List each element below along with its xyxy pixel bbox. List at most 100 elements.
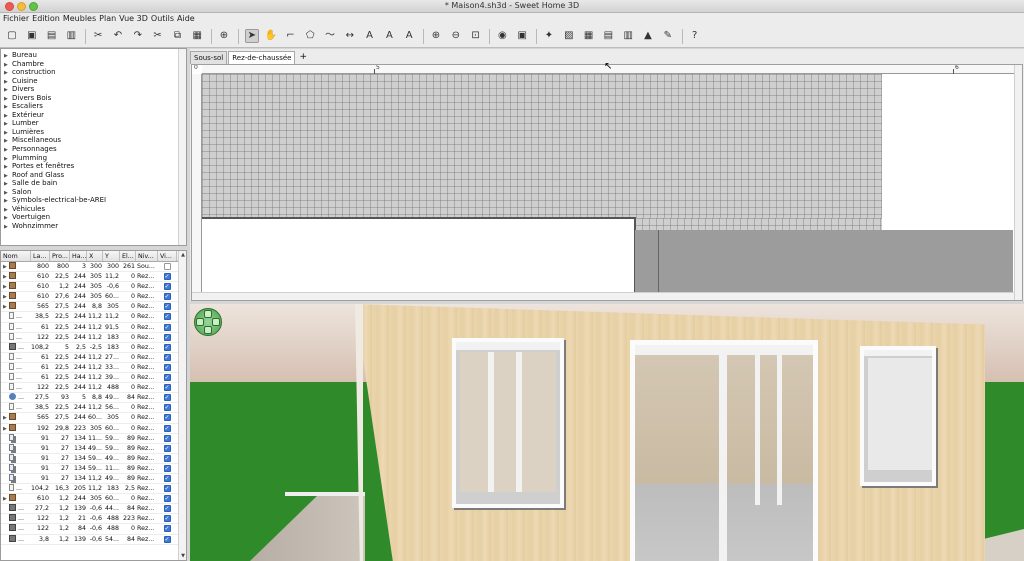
help-icon[interactable]: ? xyxy=(689,30,701,42)
visible-checkbox[interactable]: ✓ xyxy=(163,384,171,392)
preferences-icon[interactable]: ✎ xyxy=(662,30,674,42)
column-header[interactable]: La... xyxy=(31,251,50,261)
pan-icon[interactable]: ✋ xyxy=(265,30,277,42)
create-walls-icon[interactable]: ⌐ xyxy=(284,30,296,42)
furniture-list-table[interactable]: Nom La... Pro... Ha... X Y El... Niv... Vi... ▶ 8… xyxy=(0,250,187,561)
open-icon[interactable]: ▤ xyxy=(46,30,58,42)
add-level-button[interactable]: + xyxy=(296,51,310,64)
column-header[interactable]: Pro... xyxy=(50,251,70,261)
catalog-category[interactable]: ▶ Portes et fenêtres xyxy=(1,162,186,171)
table-row[interactable]: ... 38,5 22,5 244 11,2 56... 0 Rez... ✓ xyxy=(1,403,186,414)
visible-checkbox[interactable]: ✓ xyxy=(163,363,171,371)
room-floor-lower-strip[interactable] xyxy=(635,218,882,230)
zoom-fit-icon[interactable]: ⊡ xyxy=(470,30,482,42)
visible-checkbox[interactable]: ✓ xyxy=(163,414,171,422)
visible-checkbox[interactable]: ✓ xyxy=(163,394,171,402)
plan-wall[interactable] xyxy=(202,217,634,219)
visible-checkbox[interactable]: ✓ xyxy=(163,485,171,493)
visible-checkbox[interactable]: ✓ xyxy=(163,343,171,351)
catalog-category[interactable]: ▶ Chambre xyxy=(1,60,186,69)
column-header[interactable]: Niv... xyxy=(136,251,158,261)
tab-level-0[interactable]: Sous-sol xyxy=(190,51,228,64)
3d-view[interactable] xyxy=(190,304,1024,561)
catalog-category[interactable]: ▶ Wohnzimmer xyxy=(1,222,186,231)
room-floor-textured[interactable] xyxy=(202,74,882,218)
visible-checkbox[interactable]: ✓ xyxy=(163,525,171,533)
table-row[interactable]: ... 61 22,5 244 11,2 33... 0 Rez... ✓ xyxy=(1,362,186,374)
catalog-category[interactable]: ▶ Véhicules xyxy=(1,205,186,214)
table-row[interactable]: ... 27,2 1,2 139 -0,6 44... 84 Rez... ✓ xyxy=(1,504,186,515)
visible-checkbox[interactable]: ✓ xyxy=(163,303,171,311)
table-row[interactable]: ... 61 22,5 244 11,2 91,5 0 Rez... ✓ xyxy=(1,322,186,333)
table-row[interactable]: ... 108,2 5 2,5 -2,5 183 0 Rez... ✓ xyxy=(1,342,186,353)
catalog-category[interactable]: ▶ Extérieur xyxy=(1,111,186,120)
table-row[interactable]: ... 104,2 16,3 205 11,2 183 2,5 Rez... ✓ xyxy=(1,484,186,495)
visible-checkbox[interactable]: ✓ xyxy=(163,323,171,331)
nav-down-icon[interactable] xyxy=(204,326,212,334)
visible-checkbox[interactable]: ✓ xyxy=(163,424,171,432)
copy-icon[interactable]: ⧉ xyxy=(171,30,183,42)
table-row[interactable]: ... 122 22,5 244 11,2 488 0 Rez... ✓ xyxy=(1,383,186,394)
visible-checkbox[interactable]: ✓ xyxy=(163,505,171,513)
catalog-category[interactable]: ▶ Roof and Glass xyxy=(1,171,186,180)
cut-icon[interactable]: ✂ xyxy=(92,30,104,42)
catalog-category[interactable]: ▶ Miscellaneous xyxy=(1,136,186,145)
catalog-category[interactable]: ▶ Voertuigen xyxy=(1,213,186,222)
visible-checkbox[interactable]: ✓ xyxy=(163,313,171,321)
menu-vue-3d[interactable]: Vue 3D xyxy=(119,13,151,25)
catalog-category[interactable]: ▶ Bureau xyxy=(1,51,186,60)
table-row[interactable]: ... 61 22,5 244 11,2 27... 0 Rez... ✓ xyxy=(1,352,186,363)
catalog-category[interactable]: ▶ Salon xyxy=(1,188,186,197)
plan-horizontal-scrollbar[interactable] xyxy=(192,292,1022,300)
catalog-category[interactable]: ▶ Lumber xyxy=(1,119,186,128)
new-from-template-icon[interactable]: ▣ xyxy=(26,30,38,42)
text-bold-icon[interactable]: A xyxy=(383,30,395,42)
create-labels-icon[interactable]: A xyxy=(364,30,376,42)
table-row[interactable]: ... 122 1,2 84 -0,6 488 0 Rez... ✓ xyxy=(1,524,186,535)
catalog-category[interactable]: ▶ Divers Bois xyxy=(1,94,186,103)
plan-wall-line[interactable] xyxy=(658,230,659,293)
catalog-category[interactable]: ▶ Divers xyxy=(1,85,186,94)
nav-right-icon[interactable] xyxy=(212,318,220,326)
table-row[interactable]: ▶ 565 27,5 244 60... 305 0 Rez... ✓ xyxy=(1,413,186,424)
visible-checkbox[interactable]: ✓ xyxy=(163,333,171,341)
redo-icon[interactable]: ↷ xyxy=(132,30,144,42)
visible-checkbox[interactable]: ✓ xyxy=(163,464,171,472)
save-icon[interactable]: ▥ xyxy=(65,30,77,42)
table-row[interactable]: ▶ 610 27,6 244 305 60... 0 Rez... ✓ xyxy=(1,292,186,303)
visible-checkbox[interactable]: ✓ xyxy=(163,404,171,412)
menu-meubles[interactable]: Meubles xyxy=(63,13,99,25)
catalog-category[interactable]: ▶ Lumières xyxy=(1,128,186,137)
catalog-category[interactable]: ▶ Plumming xyxy=(1,154,186,163)
paste-icon[interactable]: ▦ xyxy=(191,30,203,42)
column-header[interactable]: Ha... xyxy=(70,251,87,261)
visible-checkbox[interactable]: ✓ xyxy=(163,434,171,442)
table-row[interactable]: ▶ 565 27,5 244 8,8 305 0 Rez... ✓ xyxy=(1,302,186,313)
menu-edition[interactable]: Edition xyxy=(32,13,63,25)
ungroup-icon[interactable]: ▥ xyxy=(622,30,634,42)
table-row[interactable]: ... 61 22,5 244 11,2 39... 0 Rez... ✓ xyxy=(1,373,186,384)
table-row[interactable]: ... 91 27 13411,249... 89Rez... ✓ xyxy=(1,473,186,485)
create-video-icon[interactable]: ▣ xyxy=(516,30,528,42)
zoom-out-icon[interactable]: ⊖ xyxy=(450,30,462,42)
cut2-icon[interactable]: ✂ xyxy=(152,30,164,42)
table-row[interactable]: ... 27,5 93 5 8,8 49... 84 Rez... ✓ xyxy=(1,393,186,404)
visible-checkbox[interactable]: ✓ xyxy=(163,495,171,503)
visible-checkbox[interactable]: ✓ xyxy=(163,283,171,291)
3d-navigation-widget[interactable] xyxy=(194,308,222,336)
catalog-category[interactable]: ▶ Salle de bain xyxy=(1,179,186,188)
add-furniture-icon[interactable]: ⊕ xyxy=(218,30,230,42)
import-furniture-icon[interactable]: ✦ xyxy=(543,30,555,42)
plan-vertical-scrollbar[interactable] xyxy=(1014,65,1022,300)
table-row[interactable]: ... 38,5 22,5 244 11,2 11,2 0 Rez... ✓ xyxy=(1,312,186,323)
column-header[interactable]: Nom xyxy=(1,251,31,261)
visible-checkbox[interactable] xyxy=(163,263,171,270)
catalog-category[interactable]: ▶ Escaliers xyxy=(1,102,186,111)
furniture-table-scrollbar[interactable]: ▲ ▼ xyxy=(178,251,186,560)
visible-checkbox[interactable]: ✓ xyxy=(163,454,171,462)
table-row[interactable]: ... 3,8 1,2 139 -0,6 54... 84 Rez... ✓ xyxy=(1,534,186,545)
menu-plan[interactable]: Plan xyxy=(99,13,119,25)
table-row[interactable]: ▶ 610 1,2 244 305 60... 0 Rez... ✓ xyxy=(1,494,186,505)
table-row[interactable]: ... 122 1,2 21 -0,6 488 223 Rez... ✓ xyxy=(1,514,186,525)
menu-aide[interactable]: Aide xyxy=(177,13,198,25)
